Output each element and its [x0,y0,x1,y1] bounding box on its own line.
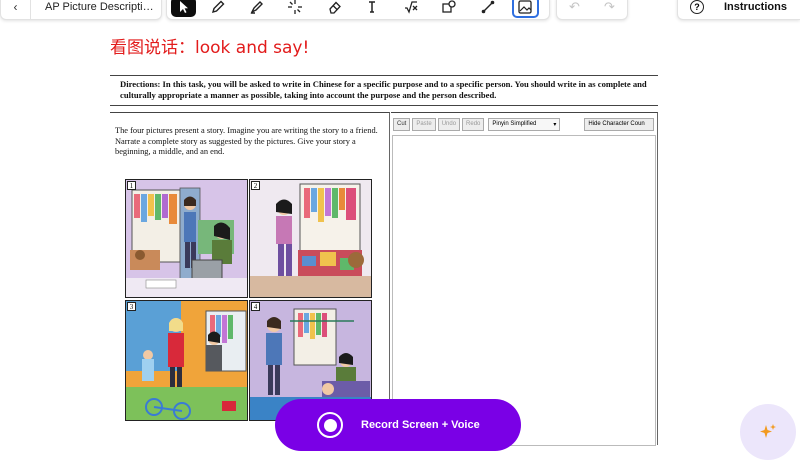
document-title[interactable]: AP Picture Descripti… [31,1,154,13]
record-label: Record Screen + Voice [361,419,480,431]
record-screen-voice-button[interactable]: Record Screen + Voice [275,399,521,451]
redo-icon[interactable]: ↷ [604,0,615,15]
story-picture-2: 2 [249,179,372,298]
hide-character-count-button[interactable]: Hide Character Coun [584,117,655,131]
pen-icon [212,0,225,14]
redo-button[interactable]: Redo [462,117,485,131]
select-cursor-icon [180,1,189,13]
math-tool-button[interactable] [396,0,424,19]
scene-illustration [250,180,371,297]
chevron-left-icon: ‹ [13,0,18,14]
undo-button[interactable]: Undo [437,117,461,131]
eraser-tool-button[interactable] [319,0,347,19]
paste-button[interactable]: Paste [412,117,436,131]
history-controls: ↶ ↷ [556,0,628,20]
drawing-tools [166,0,550,20]
text-icon [369,1,376,13]
answer-pane: Cut Paste Undo Redo Pinyin Simplified ▾ … [391,112,658,446]
panel-number: 2 [251,181,260,190]
top-toolbar: ‹ AP Picture Descripti… ↶ ↷ ? Instructio… [0,0,800,22]
math-icon [404,1,418,14]
panel-number: 3 [127,302,136,311]
shapes-icon [442,0,456,13]
image-icon [518,0,533,14]
panel-number: 1 [127,181,136,190]
line-icon [481,0,494,14]
record-icon [317,412,343,438]
pen-tool-button[interactable] [204,0,232,19]
image-tool-button[interactable] [511,0,539,18]
prompt-heading: 看图说话：look and say! [110,38,310,58]
select-tool-button[interactable] [171,0,196,17]
undo-icon[interactable]: ↶ [569,0,580,15]
laser-tool-button[interactable] [281,0,309,19]
document-nav: ‹ AP Picture Descripti… [0,0,162,20]
highlighter-tool-button[interactable] [242,0,270,19]
instructions-label: Instructions [724,1,787,13]
highlighter-icon [250,1,263,14]
chevron-down-icon: ▾ [553,121,557,128]
editor-toolbar: Cut Paste Undo Redo Pinyin Simplified ▾ … [391,115,657,133]
scene-illustration [126,301,247,420]
scene-illustration [126,180,247,297]
sparkle-icon [760,424,776,438]
input-mode-select[interactable]: Pinyin Simplified ▾ [488,117,561,131]
text-tool-button[interactable] [358,0,386,19]
panel-number: 4 [251,302,260,311]
eraser-icon [328,1,341,14]
back-button[interactable]: ‹ [1,0,31,19]
input-mode-value: Pinyin Simplified [492,121,537,127]
help-icon: ? [690,0,704,14]
ai-assistant-button[interactable] [740,404,796,460]
cut-button[interactable]: Cut [393,117,411,131]
task-pane: The four pictures present a story. Imagi… [110,112,390,445]
story-picture-1: 1 [125,179,248,298]
instructions-button[interactable]: ? Instructions [677,0,800,20]
line-tool-button[interactable] [473,0,501,19]
task-instructions: The four pictures present a story. Imagi… [115,126,378,156]
directions-text: Directions: In this task, you will be as… [110,75,658,106]
shapes-tool-button[interactable] [435,0,463,19]
laser-pointer-icon [288,0,303,14]
story-picture-3: 3 [125,300,248,421]
